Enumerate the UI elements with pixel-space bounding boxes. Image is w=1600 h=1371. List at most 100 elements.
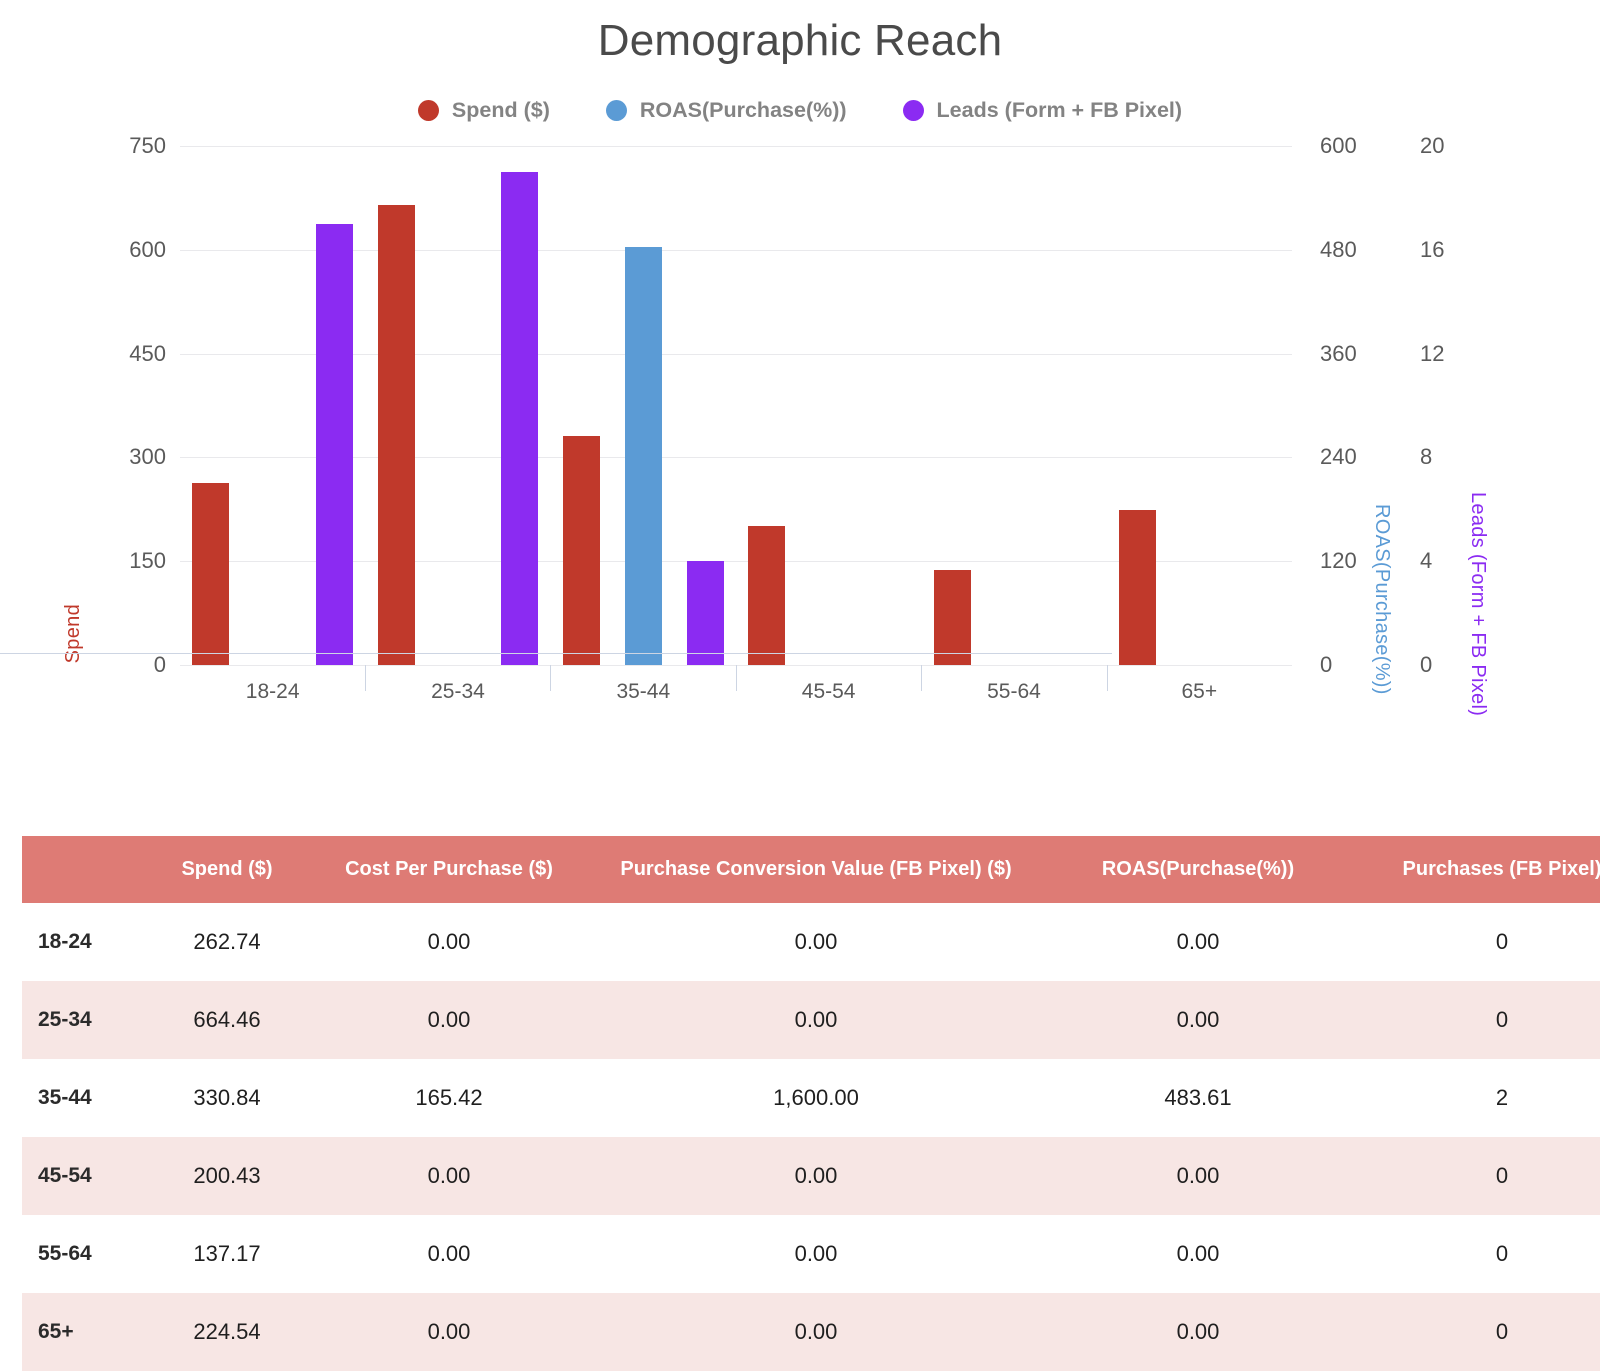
x-axis-label-25-34: 25-34 (431, 680, 485, 703)
cell-cost-per-purchase: 0.00 (308, 981, 590, 1059)
bar-slot (365, 146, 427, 665)
cell-purchases: 2 (1354, 1059, 1600, 1137)
column-header-roas[interactable]: ROAS(Purchase(%)) (1042, 836, 1354, 903)
x-axis-label-35-44: 35-44 (616, 680, 671, 703)
roas-axis-tick-600: 600 (1320, 133, 1357, 158)
page-title: Demographic Reach (597, 16, 1003, 65)
cell-purchase-conversion-value: 0.00 (590, 981, 1042, 1059)
bar-spend-65+[interactable] (1119, 509, 1157, 665)
roas-axis-tick-240: 240 (1320, 444, 1357, 470)
bar-spend-35-44[interactable] (563, 436, 601, 665)
legend-item-roas[interactable]: ROAS(Purchase(%)) (605, 97, 847, 123)
bar-roas-35-44[interactable] (624, 246, 662, 665)
cell-cost-per-purchase: 165.42 (308, 1059, 590, 1137)
bar-group-25-34 (365, 146, 550, 665)
bar-spend-55-64[interactable] (933, 570, 971, 665)
bar-slot (1107, 146, 1169, 665)
bar-slot (921, 146, 983, 665)
bar-slot (1230, 146, 1292, 665)
column-header-purchase-conversion-value[interactable]: Purchase Conversion Value (FB Pixel) ($) (590, 836, 1042, 903)
cell-age-group: 65+ (22, 1293, 146, 1371)
cell-roas: 0.00 (1042, 1293, 1354, 1371)
bar-group-35-44 (551, 146, 736, 665)
cell-purchase-conversion-value: 0.00 (590, 1293, 1042, 1371)
bar-slot (612, 146, 674, 665)
table-row: 25-34 664.46 0.00 0.00 0.00 0 (22, 981, 1600, 1059)
leads-axis-tick-4: 4 (1420, 548, 1433, 574)
table-row: 55-64 137.17 0.00 0.00 0.00 0 (22, 1215, 1600, 1293)
left-axis-tick-750: 750 (129, 133, 166, 158)
cell-purchases: 0 (1354, 903, 1600, 981)
x-axis-label-18-24: 18-24 (245, 680, 300, 703)
column-header-cost-per-purchase[interactable]: Cost Per Purchase ($) (308, 836, 590, 903)
bar-group-65+ (1107, 146, 1292, 665)
cell-spend: 262.74 (146, 903, 308, 981)
cell-purchases: 0 (1354, 1137, 1600, 1215)
cell-purchases: 0 (1354, 1293, 1600, 1371)
left-axis-title: Spend (62, 604, 84, 664)
bar-leads-35-44[interactable] (686, 561, 724, 665)
cell-cost-per-purchase: 0.00 (308, 1215, 590, 1293)
legend-item-leads[interactable]: Leads (Form + FB Pixel) (902, 97, 1183, 123)
table-row: 35-44 330.84 165.42 1,600.00 483.61 2 (22, 1059, 1600, 1137)
plot-area (180, 146, 1292, 666)
roas-axis-tick-480: 480 (1320, 236, 1357, 262)
bar-slot (1045, 146, 1107, 665)
bar-chart: Spend ROAS(Purchase(%)) Leads (Form + FB… (0, 133, 1600, 734)
table-header-row: Spend ($) Cost Per Purchase ($) Purchase… (22, 836, 1600, 903)
table-row: 45-54 200.43 0.00 0.00 0.00 0 (22, 1137, 1600, 1215)
roas-axis-tick-120: 120 (1320, 548, 1357, 574)
cell-age-group: 35-44 (22, 1059, 146, 1137)
right-axis-title-roas: ROAS(Purchase(%)) (1371, 504, 1393, 695)
bar-spend-18-24[interactable] (192, 483, 230, 665)
bar-slot (860, 146, 922, 665)
cell-spend: 137.17 (146, 1215, 308, 1293)
cell-spend: 330.84 (146, 1059, 308, 1137)
x-axis-label-65+: 65+ (1181, 680, 1218, 703)
left-axis-tick-0: 0 (153, 652, 166, 677)
left-axis-tick-600: 600 (129, 236, 166, 262)
cell-spend: 224.54 (146, 1293, 308, 1371)
bar-group-18-24 (180, 146, 365, 665)
bar-leads-18-24[interactable] (315, 223, 353, 665)
column-header-purchases[interactable]: Purchases (FB Pixel) (1354, 836, 1600, 903)
roas-axis-tick-360: 360 (1320, 340, 1357, 366)
legend-item-spend[interactable]: Spend ($) (417, 97, 550, 123)
bar-spend-45-54[interactable] (748, 526, 786, 665)
column-header-age[interactable] (22, 836, 146, 903)
cell-spend: 200.43 (146, 1137, 308, 1215)
cell-purchases: 0 (1354, 981, 1600, 1059)
cell-roas: 0.00 (1042, 981, 1354, 1059)
cell-purchases: 0 (1354, 1215, 1600, 1293)
cell-roas: 483.61 (1042, 1059, 1354, 1137)
bar-slot (798, 146, 860, 665)
bar-slot (304, 146, 366, 665)
cell-purchase-conversion-value: 1,600.00 (590, 1059, 1042, 1137)
bar-slot (551, 146, 613, 665)
legend-label-roas: ROAS(Purchase(%)) (639, 97, 847, 122)
roas-axis-tick-0: 0 (1320, 652, 1333, 677)
bar-group-55-64 (921, 146, 1106, 665)
x-axis-line (0, 653, 1112, 654)
bar-slot (489, 146, 551, 665)
right-axis-title-leads: Leads (Form + FB Pixel) (1467, 492, 1489, 717)
left-axis-tick-300: 300 (129, 444, 166, 470)
metrics-table: Spend ($) Cost Per Purchase ($) Purchase… (22, 836, 1600, 1371)
x-axis-labels: 18-24 25-34 35-44 45-54 55-64 65+ (180, 680, 1292, 704)
bar-slot (983, 146, 1045, 665)
table-row: 18-24 262.74 0.00 0.00 0.00 0 (22, 903, 1600, 981)
bar-spend-25-34[interactable] (377, 205, 415, 665)
bar-leads-25-34[interactable] (501, 171, 539, 665)
legend-label-spend: Spend ($) (451, 97, 550, 122)
leads-axis-tick-16: 16 (1420, 236, 1445, 262)
cell-purchase-conversion-value: 0.00 (590, 903, 1042, 981)
legend-label-leads: Leads (Form + FB Pixel) (936, 97, 1183, 122)
leads-axis-tick-20: 20 (1420, 133, 1445, 158)
bar-slot (180, 146, 242, 665)
cell-roas: 0.00 (1042, 903, 1354, 981)
cell-cost-per-purchase: 0.00 (308, 903, 590, 981)
bar-slot (674, 146, 736, 665)
cell-age-group: 45-54 (22, 1137, 146, 1215)
chart-legend: Spend ($) ROAS(Purchase(%)) Leads (Form … (0, 94, 1600, 126)
column-header-spend[interactable]: Spend ($) (146, 836, 308, 903)
